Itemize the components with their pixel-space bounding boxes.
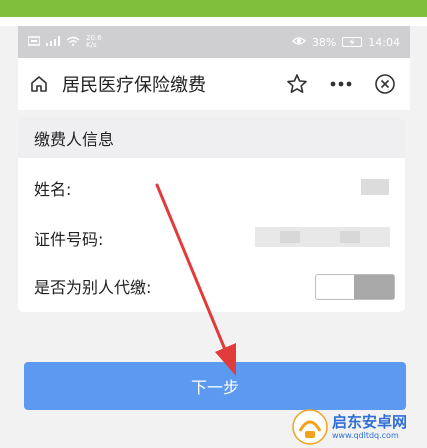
- star-icon[interactable]: [282, 69, 312, 99]
- payer-info-heading: 缴费人信息: [18, 118, 405, 158]
- status-left: 20.6 K/s: [27, 35, 102, 49]
- id-row: 证件号码:: [18, 218, 405, 258]
- home-icon[interactable]: [28, 73, 50, 95]
- toggle-knob: [354, 275, 394, 299]
- battery-icon: [342, 37, 363, 47]
- wifi-icon: [66, 36, 80, 49]
- watermark-logo-icon: [292, 409, 328, 445]
- proxy-toggle[interactable]: [315, 274, 395, 300]
- id-value-redacted-block: [280, 231, 300, 243]
- watermark-text: 启东安卓网 www.qdltdq.com: [332, 412, 408, 441]
- network-speed: 20.6 K/s: [86, 35, 102, 49]
- top-spacer: [0, 17, 427, 26]
- payer-info-card: 缴费人信息 姓名: 证件号码: 是否为别人代缴:: [18, 118, 405, 312]
- id-label: 证件号码:: [34, 230, 104, 249]
- site-watermark: 启东安卓网 www.qdltdq.com: [292, 406, 427, 448]
- proxy-row: 是否为别人代缴:: [18, 266, 405, 306]
- signal-icon: [46, 35, 60, 49]
- next-step-button[interactable]: 下一步: [24, 362, 406, 410]
- status-bar: 20.6 K/s 38% 14:04: [18, 26, 410, 58]
- status-right: 38% 14:04: [291, 35, 400, 49]
- page-title: 居民医疗保险缴费: [62, 75, 206, 96]
- watermark-name: 启东安卓网: [332, 412, 408, 431]
- name-label: 姓名:: [34, 180, 72, 199]
- battery-percent: 38%: [311, 35, 337, 49]
- sim-icon: [27, 35, 41, 49]
- name-row: 姓名:: [18, 168, 405, 208]
- screenshot-frame: 20.6 K/s 38% 14:04 居民医疗保险缴费 缴费人信息 姓名: 证件…: [0, 0, 427, 448]
- close-icon[interactable]: [370, 69, 400, 99]
- speed-unit: K/s: [86, 41, 97, 49]
- proxy-label: 是否为别人代缴:: [34, 278, 152, 297]
- name-value-redacted: [361, 179, 389, 195]
- top-color-band: [0, 0, 427, 17]
- more-icon[interactable]: [326, 69, 356, 99]
- eye-icon: [291, 36, 306, 49]
- id-value-redacted: [255, 227, 390, 247]
- app-header: 居民医疗保险缴费: [18, 58, 410, 110]
- clock-time: 14:04: [368, 35, 400, 49]
- id-value-redacted-block: [340, 231, 360, 243]
- watermark-url: www.qdltdq.com: [332, 430, 399, 440]
